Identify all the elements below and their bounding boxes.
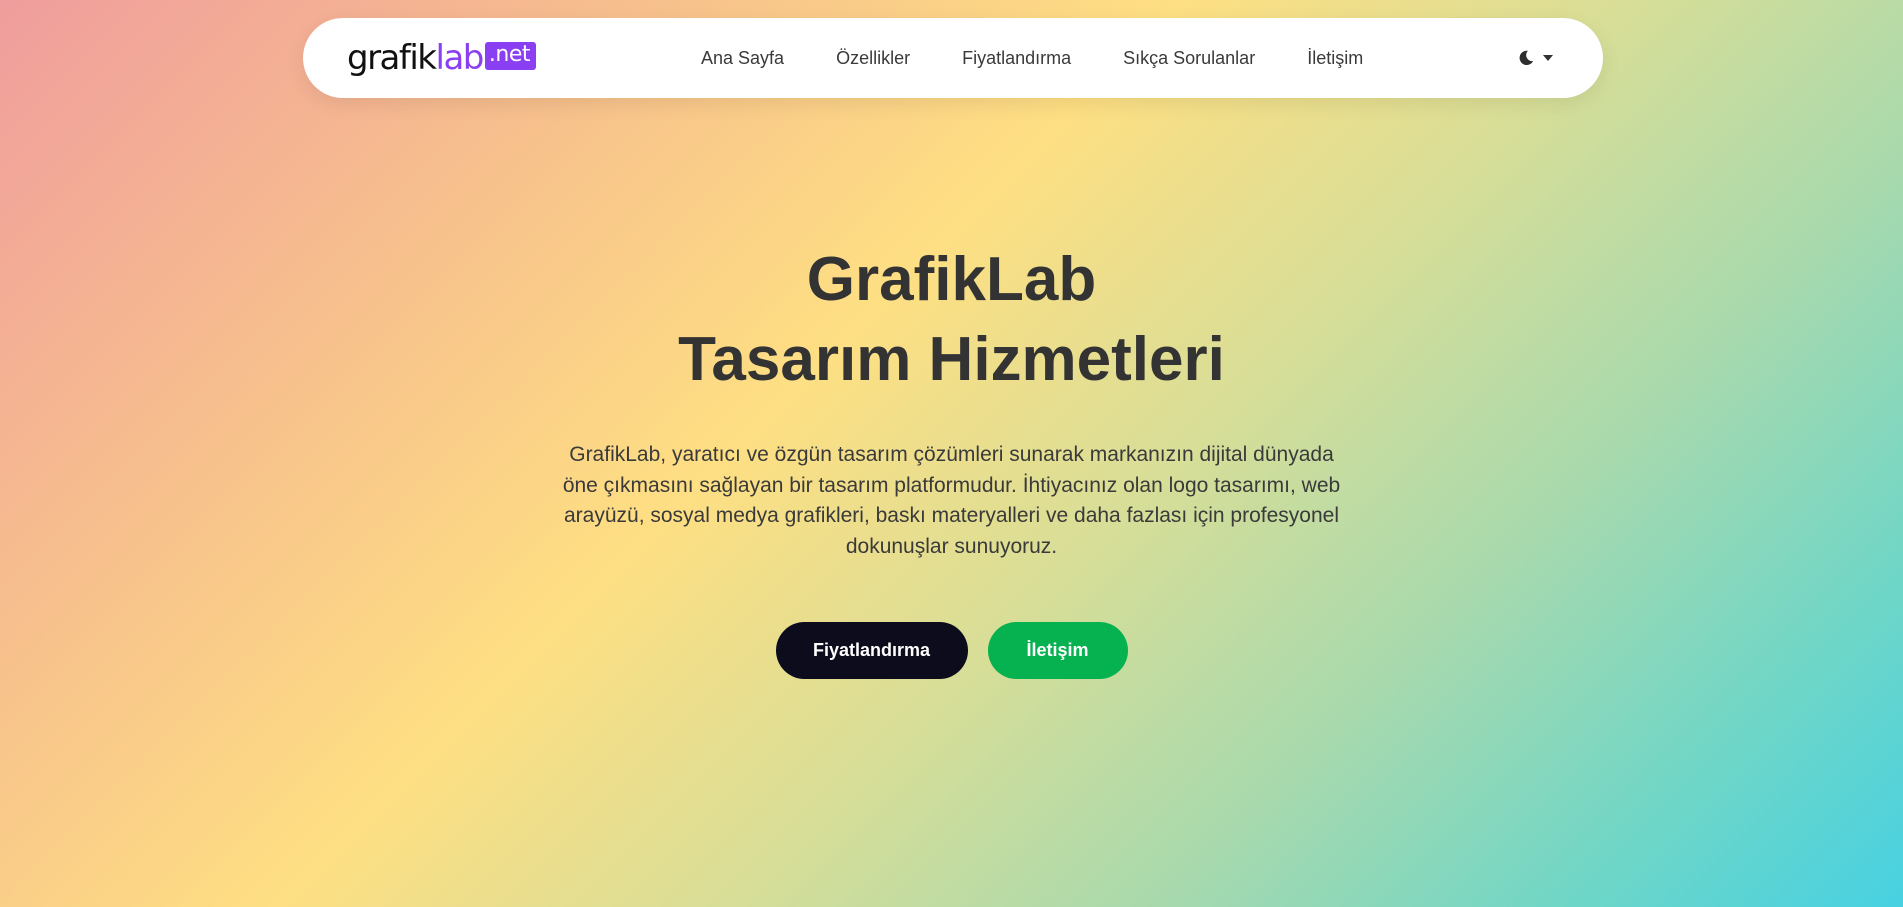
caret-down-icon (1543, 55, 1553, 61)
nav-link-home[interactable]: Ana Sayfa (701, 48, 784, 69)
contact-button[interactable]: İletişim (987, 622, 1128, 679)
hero-section: GrafikLab Tasarım Hizmetleri GrafikLab, … (0, 240, 1903, 679)
moon-icon (1519, 50, 1534, 66)
hero-description: GrafikLab, yaratıcı ve özgün tasarım çöz… (562, 443, 1341, 558)
navbar: grafiklab .net Ana Sayfa Özellikler Fiya… (303, 18, 1603, 98)
nav-links: Ana Sayfa Özellikler Fiyatlandırma Sıkça… (701, 18, 1415, 98)
nav-link-contact[interactable]: İletişim (1307, 48, 1363, 69)
hero-title-line1: GrafikLab (806, 245, 1097, 314)
pricing-button[interactable]: Fiyatlandırma (775, 622, 968, 679)
hero-title: GrafikLab Tasarım Hizmetleri (0, 240, 1903, 400)
logo-wordmark: grafiklab (347, 38, 484, 78)
logo[interactable]: grafiklab .net (347, 38, 536, 78)
nav-link-features[interactable]: Özellikler (836, 48, 910, 69)
nav-link-pricing[interactable]: Fiyatlandırma (962, 48, 1071, 69)
nav-link-faq[interactable]: Sıkça Sorulanlar (1123, 48, 1255, 69)
theme-toggle-button[interactable] (1517, 18, 1553, 98)
hero-title-line2: Tasarım Hizmetleri (678, 325, 1225, 394)
hero-buttons: Fiyatlandırma İletişim (0, 622, 1903, 679)
logo-badge: .net (484, 42, 536, 70)
